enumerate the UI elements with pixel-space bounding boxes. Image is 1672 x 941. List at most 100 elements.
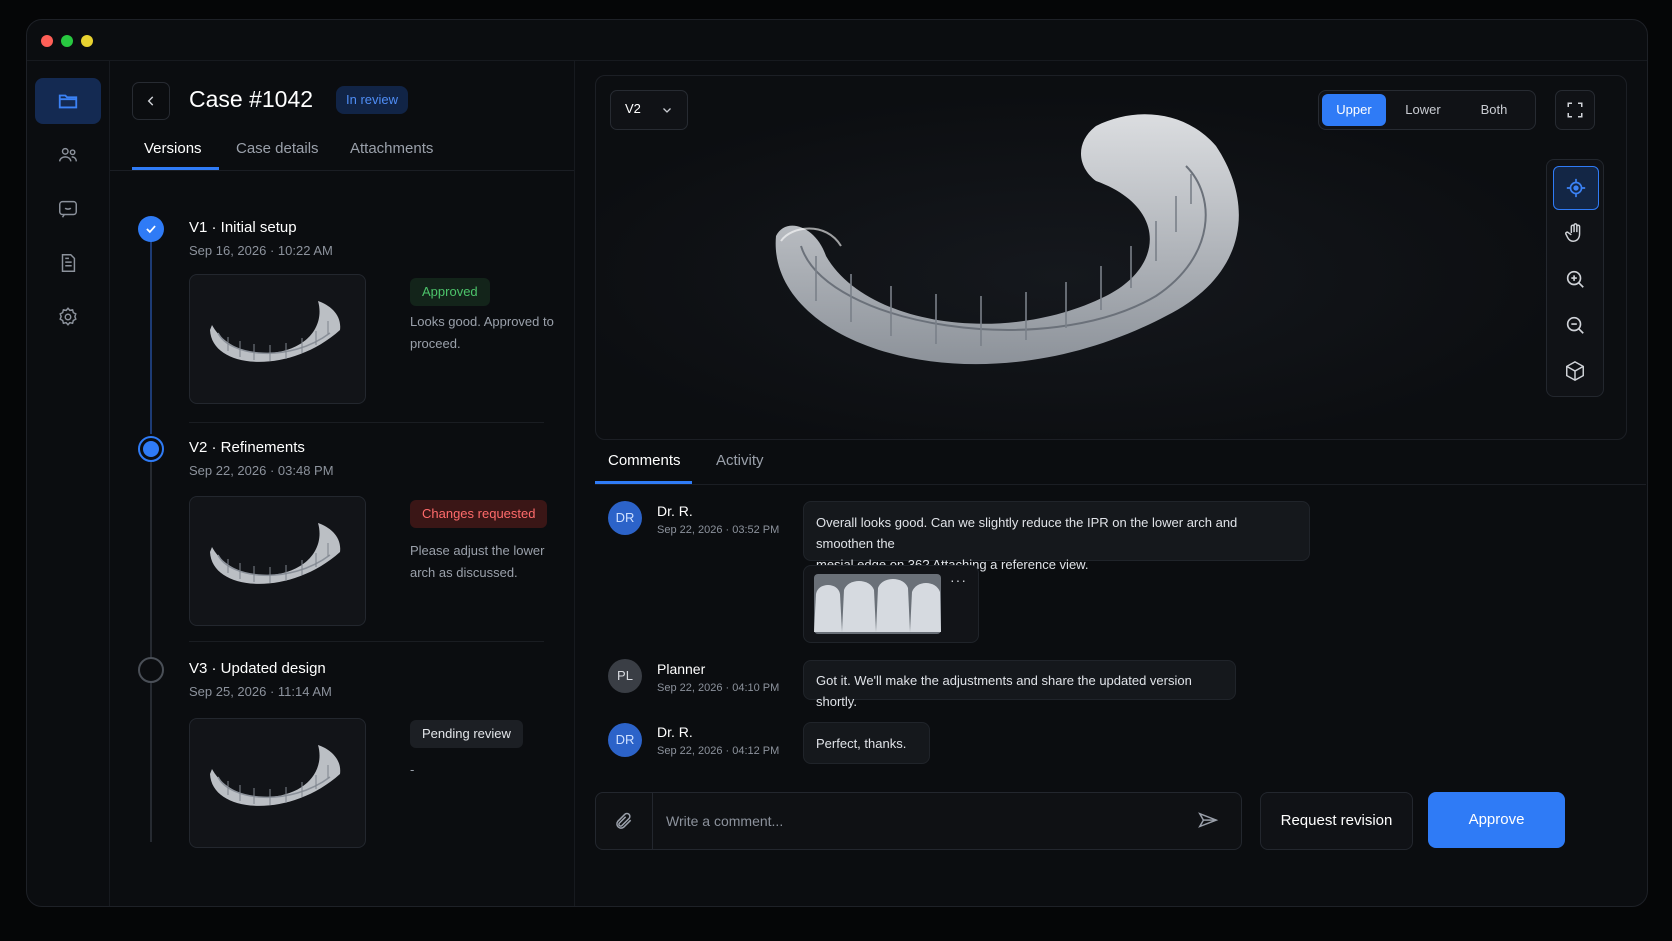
comment-time: Sep 22, 2026 · 03:52 PM xyxy=(657,524,780,536)
folder-icon xyxy=(58,94,78,109)
version-date: Sep 16, 2026 · 10:22 AM xyxy=(189,243,333,258)
settings-icon xyxy=(59,307,77,326)
comment-tabs: Comments Activity xyxy=(595,442,1646,485)
version-select[interactable]: V2 xyxy=(610,90,688,130)
tool-zoom-out[interactable] xyxy=(1553,304,1597,346)
fullscreen-icon xyxy=(1567,102,1583,118)
comment-author: Dr. R. xyxy=(657,724,693,740)
arch-upper-button[interactable]: Upper xyxy=(1322,94,1386,126)
send-icon xyxy=(1198,812,1219,828)
comment-text: Got it. We'll make the adjustments and s… xyxy=(816,673,1192,709)
tab-activity[interactable]: Activity xyxy=(716,452,764,469)
cube-icon xyxy=(1566,360,1584,382)
tool-zoom-in[interactable] xyxy=(1553,258,1597,300)
version-date: Sep 25, 2026 · 11:14 AM xyxy=(189,684,332,699)
version-title[interactable]: V3 · Updated design xyxy=(189,660,326,677)
app-window: Case #1042 In review Versions Case detai… xyxy=(26,19,1648,907)
zoom-out-icon xyxy=(1566,316,1584,334)
more-options-icon[interactable]: ··· xyxy=(950,572,967,588)
comment-bubble: Overall looks good. Can we slightly redu… xyxy=(803,501,1310,572)
status-badge-approved: Approved xyxy=(410,278,490,306)
active-tab-indicator xyxy=(132,167,219,170)
avatar: PL xyxy=(608,659,642,693)
chat-icon xyxy=(59,200,77,218)
timeline-connector-pending xyxy=(150,462,152,658)
comment-attachment[interactable]: ··· xyxy=(803,565,979,643)
attach-button[interactable] xyxy=(596,793,653,849)
check-icon xyxy=(146,225,156,234)
paperclip-icon xyxy=(616,812,632,829)
tool-pan[interactable] xyxy=(1553,212,1597,254)
rail-item-documents[interactable] xyxy=(35,240,101,286)
current-dot xyxy=(143,441,159,457)
avatar: DR xyxy=(608,723,642,757)
rail-item-cases[interactable] xyxy=(35,78,101,124)
tab-versions[interactable]: Versions xyxy=(144,140,202,157)
comment-author: Planner xyxy=(657,661,706,677)
minimize-window-button[interactable] xyxy=(61,35,73,47)
version-divider xyxy=(189,422,544,423)
approve-button[interactable]: Approve xyxy=(1428,792,1565,848)
comment-author: Dr. R. xyxy=(657,503,693,519)
aligner-thumbnail-image xyxy=(210,745,341,806)
active-tab-indicator xyxy=(595,481,692,484)
aligner-3d-model xyxy=(775,114,1239,365)
comment-time: Sep 22, 2026 · 04:12 PM xyxy=(657,745,780,757)
back-button[interactable] xyxy=(132,82,170,120)
version-note: Please adjust the lower arch as discusse… xyxy=(410,543,545,580)
hand-icon xyxy=(1565,223,1581,242)
case-status-badge: In review xyxy=(336,86,409,114)
comment-input[interactable] xyxy=(664,805,1168,837)
chevron-down-icon xyxy=(663,108,671,113)
arch-lower-button[interactable]: Lower xyxy=(1391,94,1455,126)
viewer-toolbox xyxy=(1546,159,1604,397)
request-revision-button[interactable]: Request revision xyxy=(1260,792,1413,850)
chevron-left-icon xyxy=(147,96,154,106)
review-panel: V2 Upper Lower Both Comments Activity DR… xyxy=(575,60,1647,906)
version-node-pending xyxy=(138,657,164,683)
rail-item-messages[interactable] xyxy=(35,186,101,232)
comment-composer xyxy=(595,792,1242,850)
version-thumbnail[interactable] xyxy=(189,496,366,626)
send-button[interactable] xyxy=(1194,807,1222,835)
tab-attachments[interactable]: Attachments xyxy=(350,140,433,157)
tab-case-details[interactable]: Case details xyxy=(236,140,319,157)
aligner-thumbnail-image xyxy=(210,523,341,584)
tool-orbit[interactable] xyxy=(1553,166,1599,210)
status-badge-changes-requested: Changes requested xyxy=(410,500,548,528)
version-node-current xyxy=(138,436,164,462)
target-icon xyxy=(1566,178,1586,198)
version-date: Sep 22, 2026 · 03:48 PM xyxy=(189,463,334,478)
timeline-connector-tail xyxy=(150,682,152,842)
version-note: - xyxy=(410,762,415,777)
version-select-value: V2 xyxy=(625,101,641,116)
versions-panel: Case #1042 In review Versions Case detai… xyxy=(110,60,575,906)
tool-3d-view[interactable] xyxy=(1553,350,1597,392)
nav-rail xyxy=(27,60,110,906)
close-window-button[interactable] xyxy=(41,35,53,47)
zoom-in-icon xyxy=(1566,270,1584,288)
case-tabs: Versions Case details Attachments xyxy=(110,132,574,171)
comment-text: Perfect, thanks. xyxy=(816,736,907,751)
users-icon xyxy=(59,147,77,162)
avatar: DR xyxy=(608,501,642,535)
status-badge-pending-review: Pending review xyxy=(410,720,523,748)
timeline-connector-done xyxy=(150,234,152,434)
version-thumbnail[interactable] xyxy=(189,274,366,404)
version-title[interactable]: V2 · Refinements xyxy=(189,439,305,456)
title-bar xyxy=(27,20,1647,61)
3d-viewer[interactable]: V2 Upper Lower Both xyxy=(595,75,1627,440)
rail-item-patients[interactable] xyxy=(35,132,101,178)
maximize-window-button[interactable] xyxy=(81,35,93,47)
version-title[interactable]: V1 · Initial setup xyxy=(189,219,297,236)
arch-both-button[interactable]: Both xyxy=(1459,94,1529,126)
version-node-complete xyxy=(138,216,164,242)
aligner-thumbnail-image xyxy=(210,301,341,362)
rail-item-settings[interactable] xyxy=(35,294,101,340)
version-divider xyxy=(189,641,544,642)
version-thumbnail[interactable] xyxy=(189,718,366,848)
comment-bubble: Perfect, thanks. xyxy=(803,722,930,764)
arch-toggle: Upper Lower Both xyxy=(1318,90,1536,130)
fullscreen-button[interactable] xyxy=(1555,90,1595,130)
tab-comments[interactable]: Comments xyxy=(608,452,681,469)
